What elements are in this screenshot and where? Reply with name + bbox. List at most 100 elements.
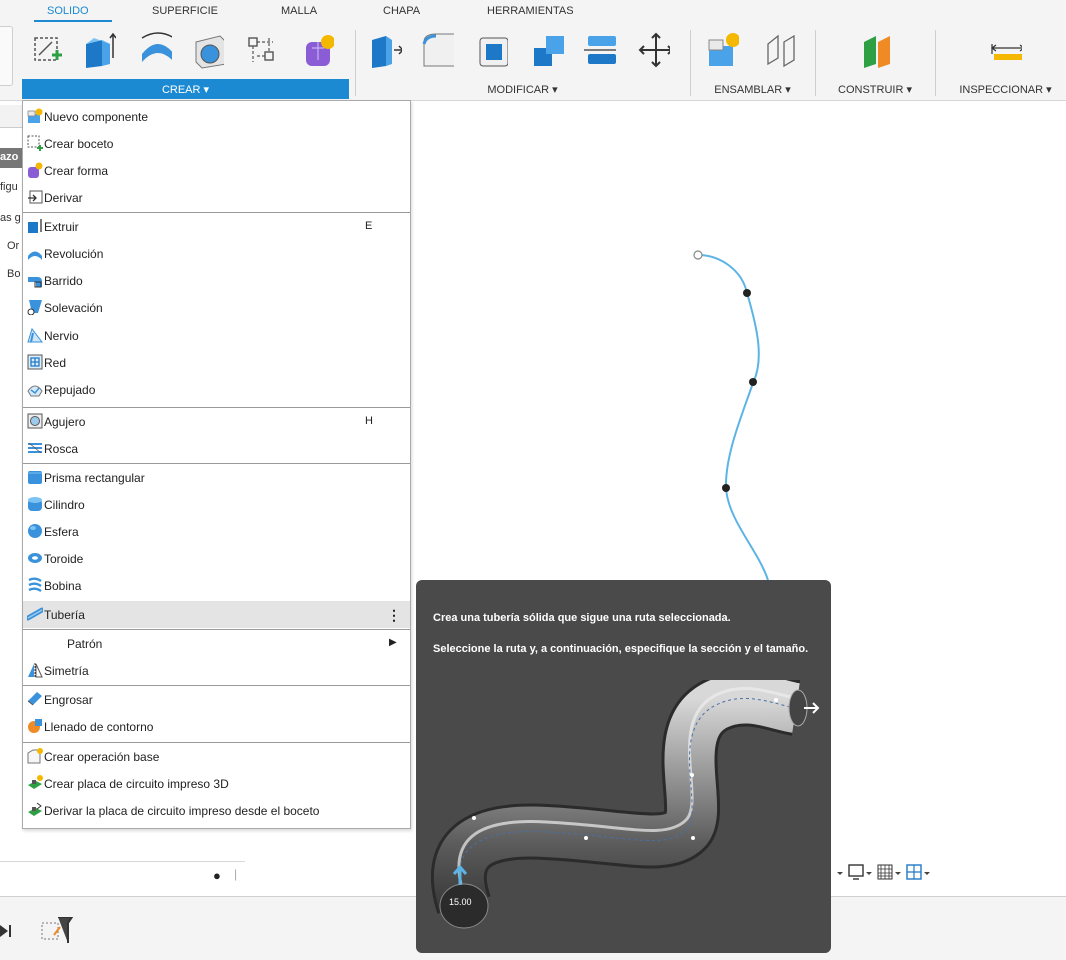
menu-item-derivar[interactable]: Derivar [23,184,410,211]
base-feature-icon [27,748,43,764]
inspeccionar-menu-button[interactable]: INSPECCIONAR ▾ [945,79,1066,99]
more-options-icon[interactable]: ⋮ [387,607,401,624]
sketch-spline[interactable] [680,240,800,590]
menu-item-label: Bobina [44,579,82,593]
offset-plane-button[interactable] [858,30,892,70]
menu-item-llenado-de-contorno[interactable]: Llenado de contorno [23,713,410,740]
menu-item-label: Nuevo componente [44,110,149,124]
dropdown-icon[interactable] [837,872,843,875]
menu-item-patron[interactable]: Patrón ▶ [23,630,410,657]
menu-item-agujero[interactable]: Agujero H [23,408,410,435]
fillet-icon [422,33,454,67]
menu-item-prisma-rectangular[interactable]: Prisma rectangular [23,464,410,491]
menu-item-label: Barrido [44,274,83,288]
spline-start-point[interactable] [693,250,703,260]
box-icon [28,471,42,484]
menu-item-bobina[interactable]: Bobina [23,572,410,599]
extrude-icon [86,32,116,68]
dropdown-icon[interactable] [924,872,930,875]
menu-item-crear-placa-3d[interactable]: Crear placa de circuito impreso 3D [23,770,410,797]
split-body-button[interactable] [582,30,616,70]
crear-menu-button[interactable]: CREAR ▾ [22,79,349,99]
create-form-button[interactable] [300,30,334,70]
construir-menu-button[interactable]: CONSTRUIR ▾ [815,79,935,99]
add-comment-icon[interactable]: ● [213,868,221,883]
grid-icon[interactable] [877,864,893,880]
web-icon [27,354,43,370]
menu-item-extruir[interactable]: Extruir E [23,213,410,240]
spline-fit-point[interactable] [722,484,730,492]
spline-fit-point[interactable] [749,378,757,386]
pcb-3d-icon [28,775,43,789]
menu-item-barrido[interactable]: Barrido [23,267,410,294]
combine-icon [534,36,564,66]
tab-herramientas[interactable]: HERRAMIENTAS [487,5,574,17]
modificar-menu-button[interactable]: MODIFICAR ▾ [355,79,690,99]
menu-item-derivar-placa[interactable]: Derivar la placa de circuito impreso des… [23,797,410,824]
revolve-button[interactable] [138,30,172,70]
tab-solido[interactable]: SOLIDO [47,5,89,17]
combine-button[interactable] [530,30,564,70]
browser-item[interactable]: Or [7,240,19,252]
move-button[interactable] [636,30,670,70]
shell-icon [479,37,508,67]
press-pull-button[interactable] [368,30,402,70]
menu-item-esfera[interactable]: Esfera [23,518,410,545]
timeline-sketch-feature-icon[interactable] [41,917,74,943]
tooltip-tuberia: Crea una tubería sólida que sigue una ru… [416,580,831,953]
menu-item-nervio[interactable]: Nervio [23,322,410,349]
create-sketch-button[interactable] [30,30,64,70]
menu-item-revolucion[interactable]: Revolución [23,240,410,267]
browser-item[interactable]: Bo [7,268,20,280]
menu-item-label: Repujado [44,383,96,397]
offset-plane-icon [864,36,890,68]
browser-item[interactable]: as g [0,212,21,224]
menu-item-engrosar[interactable]: Engrosar [23,686,410,713]
create-form-icon [28,162,43,178]
new-component-button[interactable] [705,30,739,70]
dropdown-icon[interactable] [866,872,872,875]
menu-item-repujado[interactable]: Repujado [23,376,410,403]
coil-icon [28,577,42,593]
menu-item-label: Engrosar [44,693,93,707]
viewports-icon[interactable] [906,864,922,880]
pipe-preview-illustration: 15.00 [431,680,820,929]
menu-item-tuberia[interactable]: Tubería ⋮ [23,601,410,628]
menu-item-nuevo-componente[interactable]: Nuevo componente [23,103,410,130]
menu-item-crear-operacion-base[interactable]: Crear operación base [23,743,410,770]
menu-item-solevacion[interactable]: Solevación [23,294,410,321]
menu-item-toroide[interactable]: Toroide [23,545,410,572]
menu-item-crear-forma[interactable]: Crear forma [23,157,410,184]
menu-item-label: Rosca [44,442,79,456]
menu-item-label: Llenado de contorno [44,720,154,734]
menu-item-label: Tubería [44,608,85,622]
ensamblar-menu-button[interactable]: ENSAMBLAR ▾ [690,79,815,99]
shell-button[interactable] [474,30,508,70]
menu-item-cilindro[interactable]: Cilindro [23,491,410,518]
hole-icon [195,35,224,69]
display-settings-icon[interactable] [848,864,864,880]
hole-button[interactable] [190,30,224,70]
form-sketch-button[interactable] [243,30,277,70]
menu-item-label: Derivar [44,191,83,205]
menu-item-label: Simetría [44,664,89,678]
measure-button[interactable] [988,30,1022,70]
extrude-button[interactable] [82,30,116,70]
tab-malla[interactable]: MALLA [281,5,317,17]
menu-item-red[interactable]: Red [23,349,410,376]
menu-item-crear-boceto[interactable]: Crear boceto [23,130,410,157]
menu-item-label: Agujero [44,415,86,429]
browser-item[interactable]: figu [0,181,18,193]
menu-item-label: Crear operación base [44,750,160,764]
tab-superficie[interactable]: SUPERFICIE [152,5,218,17]
menu-item-rosca[interactable]: Rosca [23,435,410,462]
dropdown-icon[interactable] [895,872,901,875]
menu-item-label: Derivar la placa de circuito impreso des… [44,804,320,818]
go-to-end-icon[interactable] [0,925,11,937]
spline-fit-point[interactable] [743,289,751,297]
fillet-button[interactable] [420,30,454,70]
menu-item-simetria[interactable]: Simetría [23,657,410,684]
tab-chapa[interactable]: CHAPA [383,5,420,17]
extrude-icon [28,219,42,233]
joint-button[interactable] [762,30,796,70]
